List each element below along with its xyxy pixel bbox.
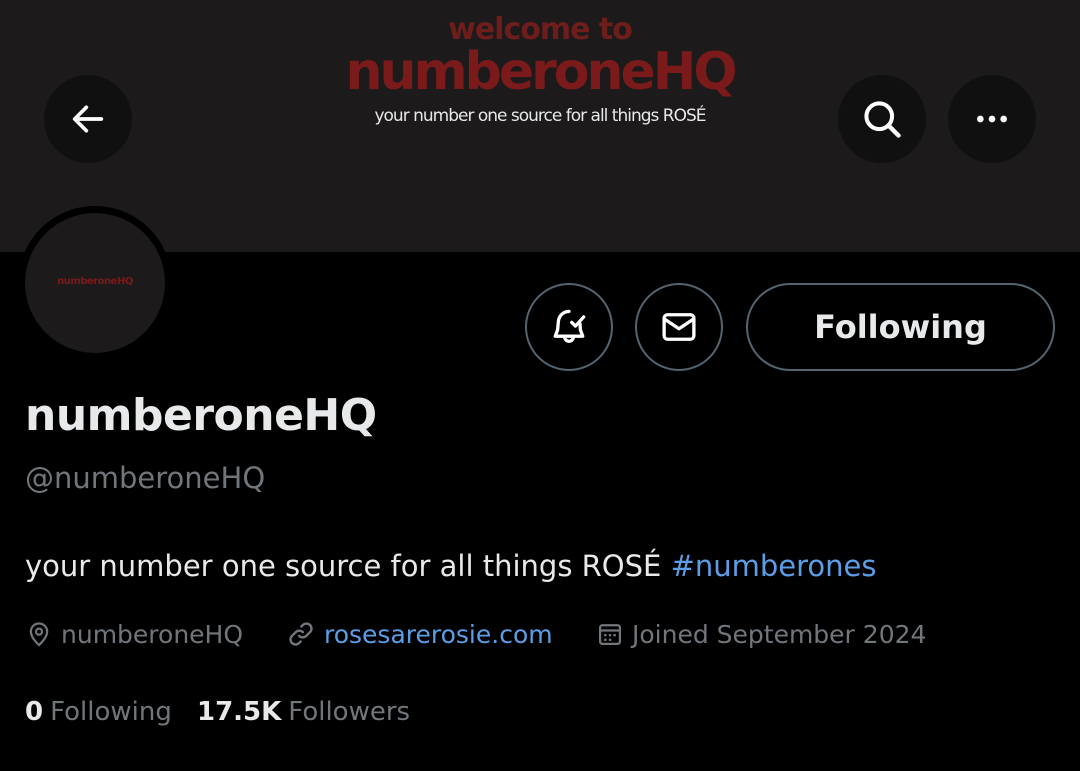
avatar-logo-text: numberoneHQ [57, 275, 133, 287]
following-label: Following [50, 697, 172, 727]
bio-hashtag-link[interactable]: #numberones [671, 549, 877, 583]
followers-count-link[interactable]: 17.5K Followers [197, 694, 410, 730]
search-icon [864, 101, 901, 138]
message-button[interactable] [635, 283, 723, 371]
profile-bio: your number one source for all things RO… [25, 549, 877, 583]
profile-joined-date: Joined September 2024 [596, 616, 926, 652]
envelope-icon [662, 313, 696, 341]
location-pin-icon [29, 622, 49, 647]
back-button[interactable] [44, 75, 132, 163]
followers-count: 17.5K [197, 697, 282, 727]
arrow-left-icon [72, 105, 104, 133]
calendar-icon [598, 624, 622, 646]
following-count: 0 [25, 697, 44, 727]
link-icon [289, 622, 313, 646]
profile-website: rosesarerosie.com [286, 616, 553, 652]
followers-label: Followers [288, 697, 411, 727]
joined-text: Joined September 2024 [632, 619, 927, 649]
profile-page: welcome to numberoneHQ your number one s… [0, 0, 1080, 771]
bell-check-icon [553, 309, 586, 343]
display-name: numberoneHQ [25, 390, 377, 441]
avatar[interactable]: numberoneHQ [25, 213, 165, 353]
location-text: numberoneHQ [61, 619, 244, 649]
website-link[interactable]: rosesarerosie.com [324, 620, 553, 649]
following-count-link[interactable]: 0 Following [25, 694, 172, 730]
notifications-button[interactable] [525, 283, 613, 371]
banner-brand-text: numberoneHQ [345, 42, 737, 102]
search-button[interactable] [838, 75, 926, 163]
more-horizontal-icon [977, 115, 1007, 123]
profile-location: numberoneHQ [25, 616, 243, 652]
user-handle: @numberoneHQ [25, 461, 266, 495]
more-options-button[interactable] [948, 75, 1036, 163]
bio-text: your number one source for all things RO… [25, 549, 671, 583]
following-button[interactable]: Following [746, 283, 1055, 371]
